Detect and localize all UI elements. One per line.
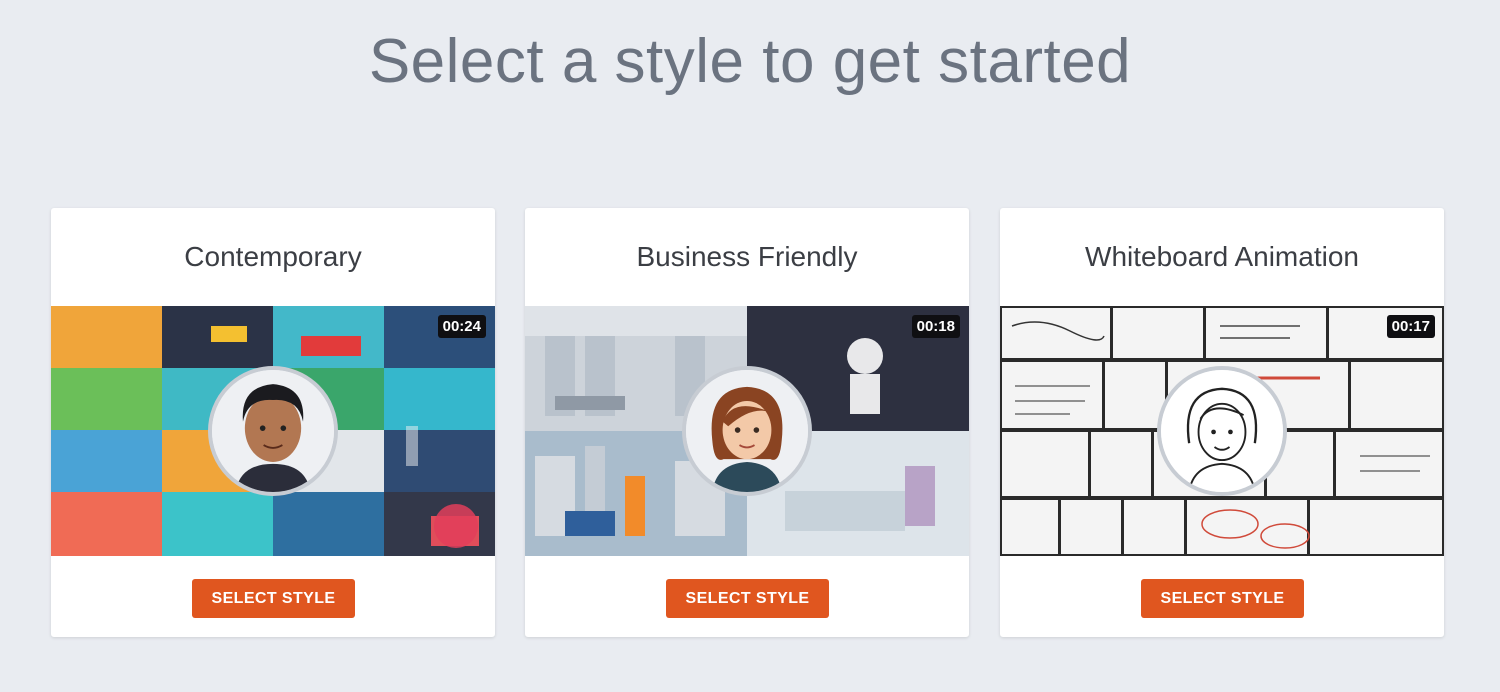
style-preview-business-friendly[interactable]: 00:18 xyxy=(525,306,969,556)
card-footer: SELECT STYLE xyxy=(51,556,495,637)
style-card-whiteboard-animation: Whiteboard Animation 00:17 SELECT STYLE xyxy=(1000,208,1444,637)
card-footer: SELECT STYLE xyxy=(1000,556,1444,637)
select-style-button-contemporary[interactable]: SELECT STYLE xyxy=(192,579,355,618)
style-card-title: Contemporary xyxy=(184,241,362,272)
style-preview-contemporary[interactable]: 00:24 xyxy=(51,306,495,556)
character-avatar-icon xyxy=(208,366,338,496)
duration-badge: 00:24 xyxy=(437,315,486,338)
style-card-business-friendly: Business Friendly 00:18 SELECT STYLE xyxy=(525,208,969,637)
style-card-title: Whiteboard Animation xyxy=(1085,241,1359,272)
style-card-contemporary: Contemporary 00:24 SELECT STYLE xyxy=(51,208,495,637)
duration-badge: 00:17 xyxy=(1386,315,1435,338)
select-style-button-whiteboard-animation[interactable]: SELECT STYLE xyxy=(1141,579,1304,618)
character-avatar-icon xyxy=(1157,366,1287,496)
character-avatar-icon xyxy=(682,366,812,496)
select-style-button-business-friendly[interactable]: SELECT STYLE xyxy=(666,579,829,618)
page-title: Select a style to get started xyxy=(368,27,1132,96)
style-selection-page: Select a style to get started Contempora… xyxy=(0,0,1500,692)
style-card-title: Business Friendly xyxy=(636,241,858,272)
card-footer: SELECT STYLE xyxy=(525,556,969,637)
style-preview-whiteboard-animation[interactable]: 00:17 xyxy=(1000,306,1444,556)
duration-badge: 00:18 xyxy=(911,315,960,338)
